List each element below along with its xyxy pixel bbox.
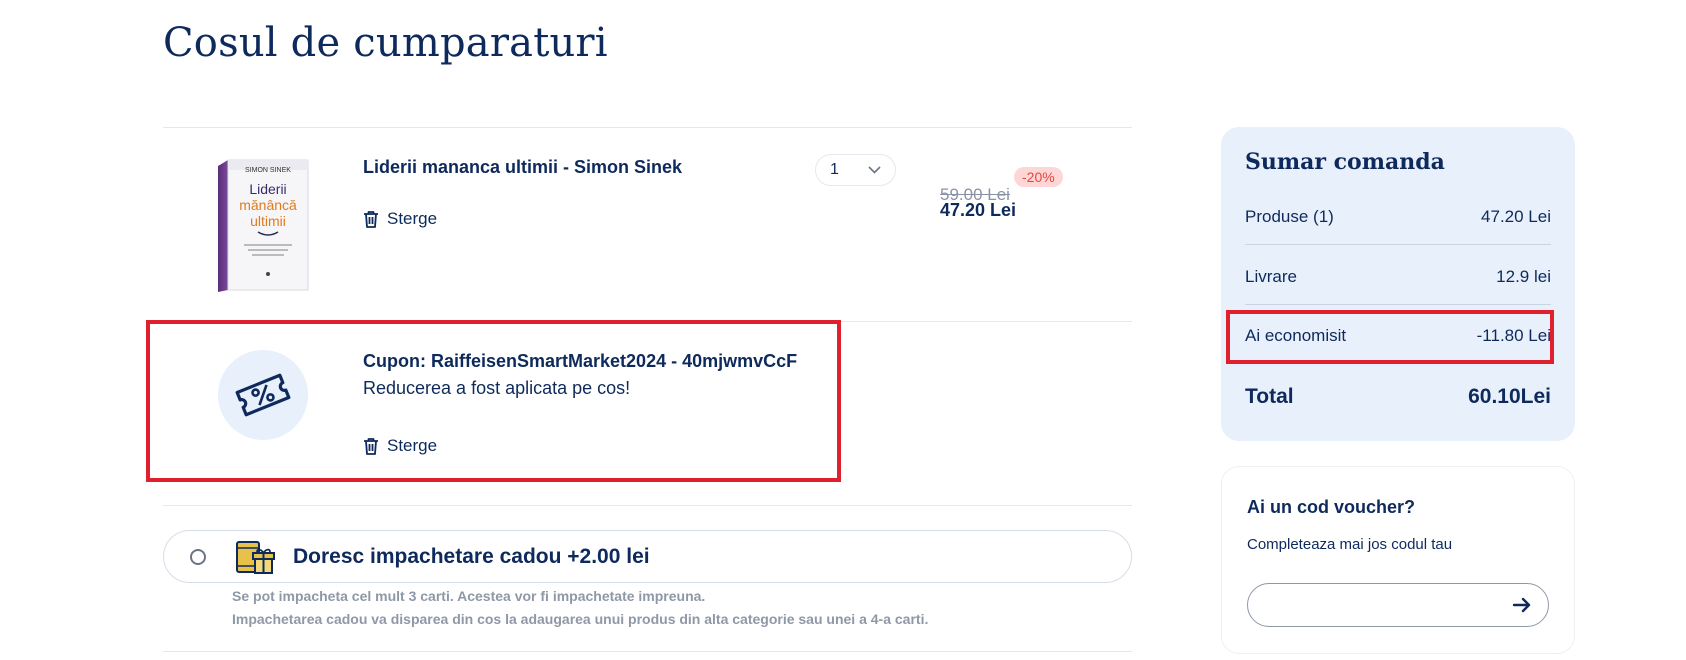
gift-wrap-note: Se pot impacheta cel mult 3 carti. Acest… — [232, 588, 706, 604]
voucher-input-container — [1247, 583, 1549, 627]
summary-row-shipping: Livrare 12.9 lei — [1245, 267, 1551, 287]
highlight-box-coupon — [146, 320, 841, 482]
quantity-value: 1 — [830, 161, 839, 178]
summary-value: 12.9 lei — [1496, 267, 1551, 286]
book-cover-line1: Liderii — [249, 181, 286, 197]
current-price: 47.20 Lei — [940, 200, 1017, 220]
divider — [1245, 244, 1551, 245]
product-title[interactable]: Liderii mananca ultimii - Simon Sinek — [363, 157, 682, 178]
discount-badge: -20% — [1014, 167, 1063, 187]
summary-row-products: Produse (1) 47.20 Lei — [1245, 207, 1551, 227]
highlight-box-savings — [1226, 310, 1554, 364]
voucher-subtitle: Completeaza mai jos codul tau — [1247, 536, 1453, 553]
arrow-right-icon[interactable] — [1512, 596, 1532, 614]
summary-row-total: Total 60.10Lei — [1245, 385, 1551, 409]
gift-wrap-note: Impachetarea cadou va disparea din cos l… — [232, 611, 929, 627]
gift-wrap-option[interactable]: Doresc impachetare cadou +2.00 lei — [163, 530, 1132, 583]
summary-label: Produse (1) — [1245, 207, 1334, 226]
divider — [163, 505, 1132, 506]
page-title: Cosul de cumparaturi — [163, 20, 608, 66]
gift-wrap-radio[interactable] — [190, 549, 206, 565]
gift-wrap-label: Doresc impachetare cadou +2.00 lei — [293, 545, 650, 568]
total-value: 60.10Lei — [1468, 385, 1551, 408]
voucher-title: Ai un cod voucher? — [1247, 497, 1416, 517]
book-cover-line2: mănâncă — [239, 197, 297, 213]
book-cover-image[interactable]: SIMON SINEK Liderii mănâncă ultimii — [218, 156, 310, 294]
book-cover-line3: ultimii — [250, 213, 286, 229]
summary-value: 47.20 Lei — [1481, 207, 1551, 226]
chevron-down-icon — [868, 166, 881, 174]
summary-title: Sumar comanda — [1245, 149, 1445, 175]
quantity-select[interactable]: 1 — [815, 154, 896, 186]
summary-label: Livrare — [1245, 267, 1297, 286]
divider — [163, 127, 1132, 128]
delete-product-button[interactable]: Sterge — [363, 209, 437, 229]
voucher-input[interactable] — [1266, 592, 1496, 618]
gift-wrap-icon — [236, 541, 275, 574]
voucher-card: Ai un cod voucher? Completeaza mai jos c… — [1221, 466, 1575, 654]
order-summary: Sumar comanda Produse (1) 47.20 Lei Livr… — [1221, 127, 1575, 441]
divider — [1245, 304, 1551, 305]
divider — [163, 651, 1132, 652]
book-cover-author: SIMON SINEK — [245, 167, 291, 174]
trash-icon — [364, 211, 378, 228]
total-label: Total — [1245, 385, 1294, 408]
delete-label: Sterge — [387, 209, 438, 228]
